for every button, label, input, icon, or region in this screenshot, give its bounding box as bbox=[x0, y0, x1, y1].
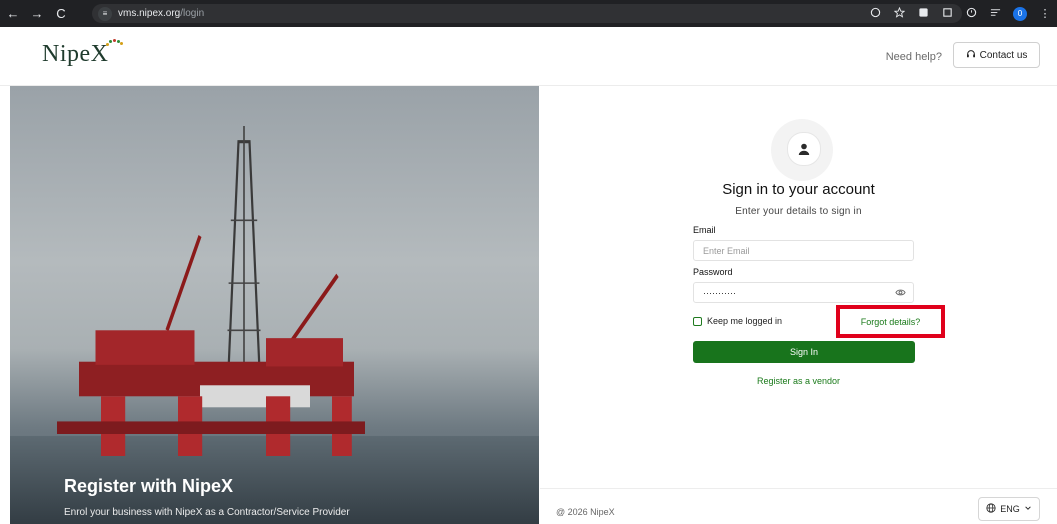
headset-icon bbox=[966, 49, 976, 62]
password-field-wrapper bbox=[693, 282, 914, 303]
globe-icon bbox=[986, 503, 996, 515]
signin-title: Sign in to your account bbox=[722, 181, 875, 198]
forgot-highlight-box: Forgot details? bbox=[836, 305, 945, 338]
copyright-text: @ 2026 NipeX bbox=[556, 507, 615, 517]
forgot-details-link[interactable]: Forgot details? bbox=[861, 317, 921, 327]
logo-text: NipeX bbox=[42, 41, 109, 67]
signin-panel: Sign in to your account Enter your detai… bbox=[540, 86, 1057, 486]
site-info-icon[interactable]: ≡ bbox=[98, 6, 112, 21]
chevron-down-icon bbox=[1024, 504, 1032, 514]
email-label: Email bbox=[693, 225, 716, 235]
nipex-logo[interactable]: NipeX bbox=[42, 39, 124, 68]
reload-icon[interactable]: C bbox=[54, 6, 68, 21]
site-header: NipeX Need help? Contact us bbox=[0, 27, 1057, 86]
hero-image-panel: Register with NipeX Enrol your business … bbox=[10, 86, 539, 524]
url-text[interactable]: vms.nipex.org/login bbox=[118, 8, 204, 19]
forward-icon[interactable]: → bbox=[30, 6, 44, 21]
language-label: ENG bbox=[1000, 504, 1020, 514]
footer-divider bbox=[540, 488, 1057, 489]
browser-menu-icon[interactable]: ⋮ bbox=[1039, 7, 1051, 20]
signin-subtitle: Enter your details to sign in bbox=[735, 206, 862, 217]
url-path: /login bbox=[180, 8, 205, 19]
reading-list-icon[interactable] bbox=[989, 7, 1001, 21]
logo-dots-icon bbox=[106, 39, 124, 47]
contact-us-label: Contact us bbox=[979, 49, 1028, 61]
bookmark-star-icon[interactable] bbox=[893, 6, 905, 21]
eye-icon[interactable] bbox=[895, 287, 906, 301]
oil-rig-illustration bbox=[57, 126, 365, 456]
signin-button[interactable]: Sign In bbox=[693, 341, 915, 363]
logo-dot bbox=[120, 42, 124, 45]
hero-title: Register with NipeX bbox=[64, 476, 234, 496]
puzzle-icon[interactable] bbox=[941, 7, 953, 21]
contact-us-button[interactable]: Contact us bbox=[953, 42, 1040, 68]
history-icon[interactable] bbox=[965, 7, 977, 21]
logo-dot bbox=[113, 39, 117, 42]
profile-avatar[interactable]: 0 bbox=[1013, 6, 1027, 21]
logo-dot bbox=[109, 40, 113, 43]
keep-logged-in-label: Keep me logged in bbox=[707, 316, 783, 326]
email-field-wrapper bbox=[693, 240, 914, 261]
logo-dot bbox=[106, 43, 110, 46]
install-icon[interactable] bbox=[869, 7, 881, 21]
browser-chrome: ← → C ≡ vms.nipex.org/login 0 ⋮ bbox=[0, 0, 1057, 27]
language-selector[interactable]: ENG bbox=[978, 497, 1040, 521]
address-bar[interactable]: ≡ vms.nipex.org/login bbox=[92, 4, 962, 23]
hero-subtitle: Enrol your business with NipeX as a Cont… bbox=[64, 507, 350, 518]
browser-nav: ← → C bbox=[6, 0, 68, 27]
email-field[interactable] bbox=[694, 241, 883, 261]
url-host: vms.nipex.org bbox=[118, 8, 181, 19]
password-label: Password bbox=[693, 267, 733, 277]
browser-toolbar-right: 0 ⋮ bbox=[869, 0, 1051, 27]
back-icon[interactable]: ← bbox=[6, 6, 20, 21]
keep-logged-in[interactable]: Keep me logged in bbox=[693, 316, 782, 326]
user-icon bbox=[787, 132, 821, 166]
extension-icon[interactable] bbox=[917, 7, 929, 21]
register-vendor-link[interactable]: Register as a vendor bbox=[540, 376, 1057, 386]
keep-logged-in-checkbox[interactable] bbox=[693, 316, 702, 326]
password-field[interactable] bbox=[694, 283, 883, 303]
need-help-text: Need help? bbox=[885, 51, 942, 63]
